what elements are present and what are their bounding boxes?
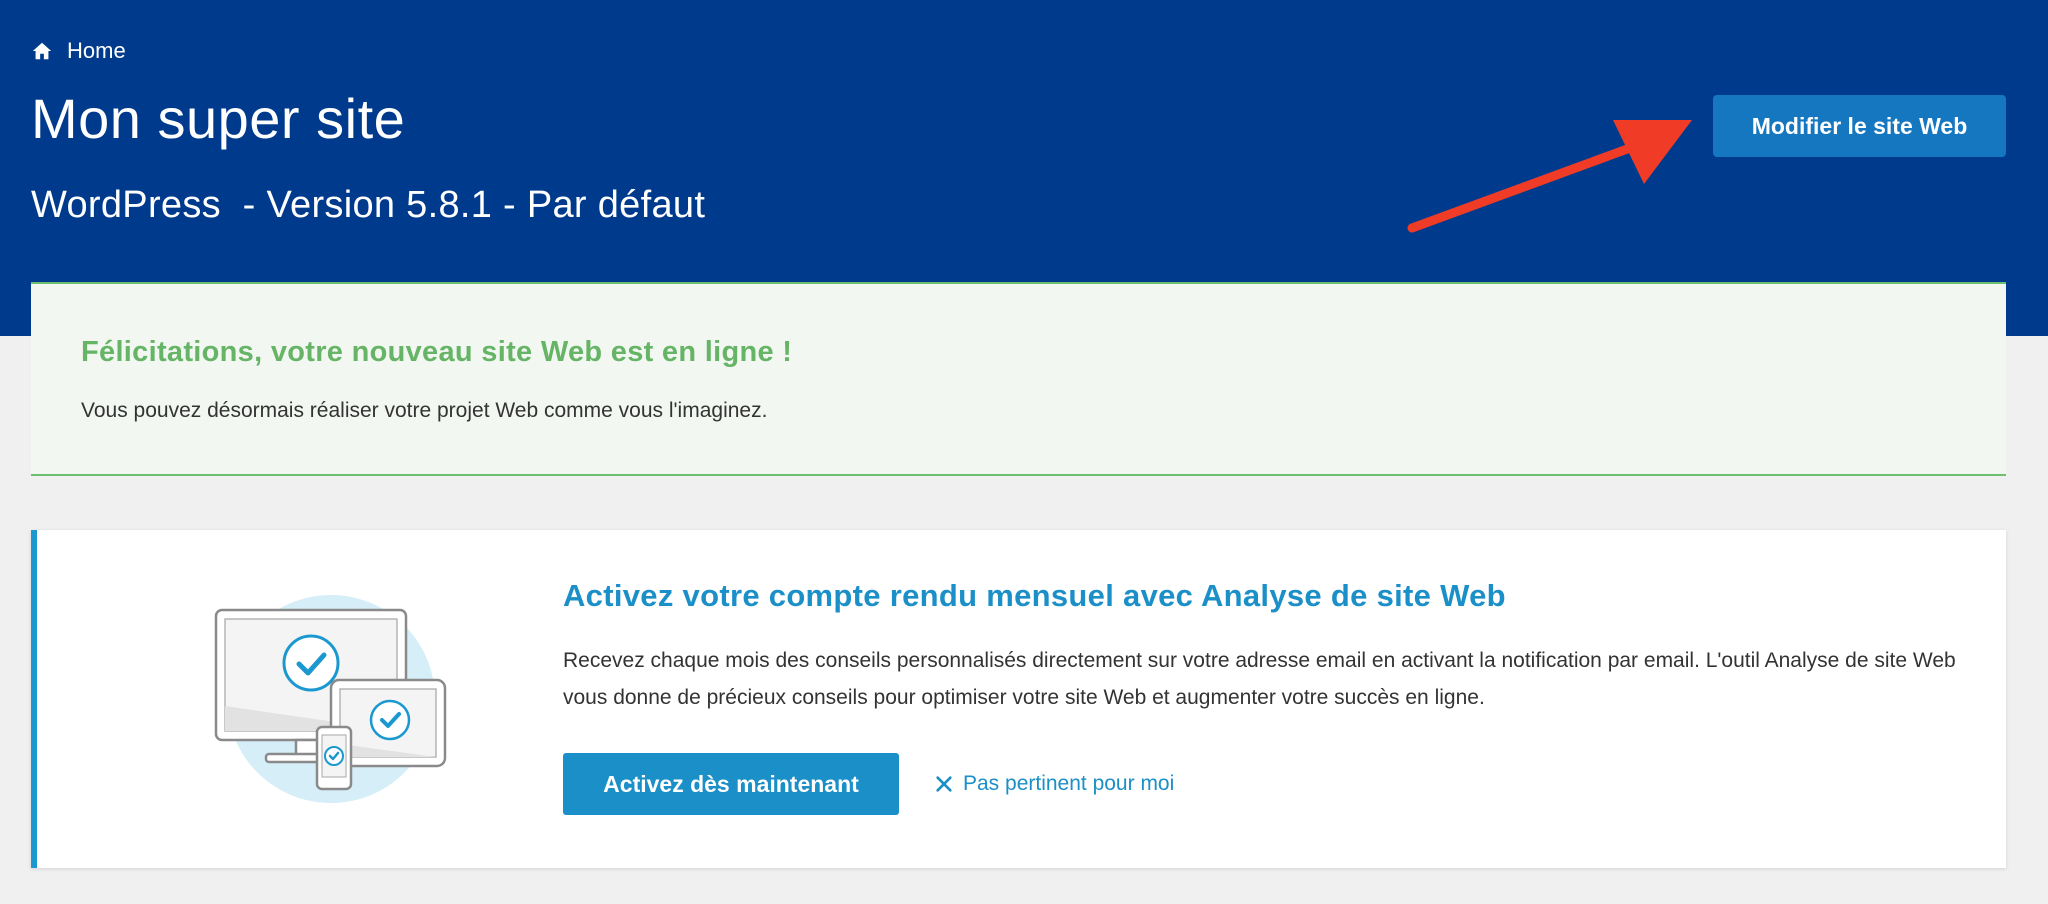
- success-text: Vous pouvez désormais réaliser votre pro…: [81, 399, 768, 422]
- success-banner: Félicitations, votre nouveau site Web es…: [31, 282, 2006, 476]
- promo-text: Recevez chaque mois des conseils personn…: [563, 649, 1956, 709]
- not-relevant-label[interactable]: Pas pertinent pour moi: [963, 772, 1174, 796]
- promo-title: Activez votre compte rendu mensuel avec …: [563, 578, 1506, 613]
- website-analysis-card: Activez votre compte rendu mensuel avec …: [31, 530, 2006, 868]
- devices-check-illustration: [214, 595, 447, 803]
- edit-website-button[interactable]: Modifier le site Web: [1713, 95, 2006, 157]
- home-icon: [31, 40, 53, 62]
- breadcrumb-home-link[interactable]: Home: [67, 38, 126, 64]
- annotation-arrow-icon: [1407, 120, 1692, 233]
- breadcrumb[interactable]: Home: [31, 36, 126, 66]
- activate-now-button[interactable]: Activez dès maintenant: [563, 753, 899, 815]
- success-title: Félicitations, votre nouveau site Web es…: [81, 336, 793, 368]
- page-title: Mon super site: [31, 87, 406, 150]
- not-relevant-link[interactable]: Pas pertinent pour moi: [935, 768, 1174, 800]
- close-icon: [935, 775, 953, 793]
- page-subtitle: WordPress - Version 5.8.1 - Par défaut: [31, 184, 706, 226]
